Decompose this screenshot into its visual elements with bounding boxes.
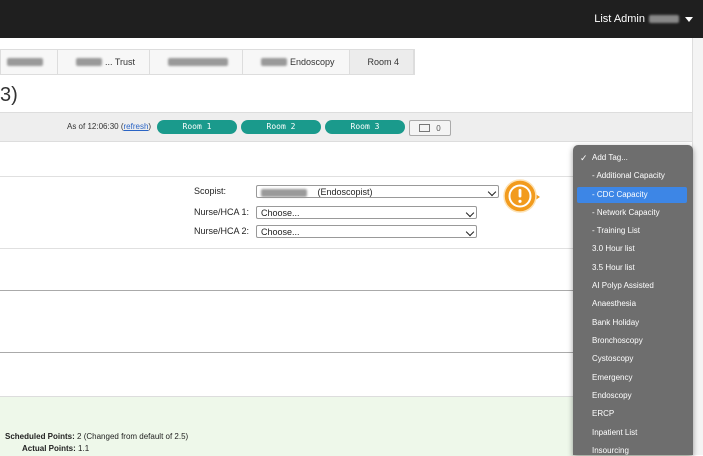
chevron-down-icon — [685, 16, 693, 22]
tag-option[interactable]: - Additional Capacity — [577, 168, 687, 184]
tag-option-add-tag[interactable]: ✓ Add Tag... — [577, 150, 687, 166]
tag-option[interactable]: Emergency — [577, 370, 687, 386]
page-title: 3) — [0, 84, 18, 106]
tag-option[interactable]: ERCP — [577, 406, 687, 422]
breadcrumb-item-endoscopy[interactable]: Endoscopy — [243, 50, 350, 74]
redacted-text — [168, 58, 229, 66]
tag-option[interactable]: Cystoscopy — [577, 351, 687, 367]
breadcrumb-room-label: Room 4 — [367, 57, 400, 67]
tag-option[interactable]: 3.0 Hour list — [577, 241, 687, 257]
redacted-text — [261, 188, 307, 197]
redacted-text — [261, 58, 288, 66]
scheduled-points: Scheduled Points: 2 (Changed from defaul… — [5, 432, 189, 441]
envelope-icon — [419, 124, 431, 132]
nurse-2-label: Nurse/HCA 2: — [194, 226, 250, 236]
chevron-down-icon — [487, 187, 497, 197]
tag-option[interactable]: - Network Capacity — [577, 205, 687, 221]
user-menu[interactable]: List Admin — [594, 13, 693, 25]
room-3-button[interactable]: Room 3 — [325, 120, 405, 134]
breadcrumb-trust-label: ... Trust — [105, 57, 136, 67]
chevron-down-icon — [465, 227, 475, 237]
scopist-select[interactable]: (Endoscopist) — [256, 185, 499, 198]
message-count: 0 — [436, 123, 441, 133]
redacted-text — [76, 58, 102, 66]
tag-option[interactable]: Bank Holiday — [577, 315, 687, 331]
scopist-label: Scopist: — [194, 186, 227, 196]
breadcrumb-item-3[interactable] — [150, 50, 244, 74]
room-1-button[interactable]: Room 1 — [157, 120, 237, 134]
scroll-gutter — [692, 38, 703, 455]
user-name-redacted — [649, 15, 679, 23]
breadcrumb-item-trust[interactable]: ... Trust — [58, 50, 151, 74]
tag-option-selected[interactable]: - CDC Capacity — [577, 187, 687, 203]
top-navbar: List Admin — [0, 0, 703, 38]
checkmark-icon: ✓ — [580, 153, 588, 163]
nurse-1-select[interactable]: Choose... — [256, 206, 477, 219]
breadcrumb: ... Trust Endoscopy Room 4 — [0, 49, 416, 75]
breadcrumb-endoscopy-label: Endoscopy — [290, 57, 335, 67]
tag-option[interactable]: Inpatient List — [577, 425, 687, 441]
nurse-1-label: Nurse/HCA 1: — [194, 207, 250, 217]
tag-option[interactable]: Insourcing — [577, 443, 687, 455]
exclamation-icon — [503, 179, 540, 213]
breadcrumb-item-1[interactable] — [1, 50, 58, 74]
chevron-down-icon — [465, 208, 475, 218]
as-of-timestamp: As of 12:06:30 (refresh) — [67, 122, 152, 131]
tag-option[interactable]: AI Polyp Assisted — [577, 278, 687, 294]
tag-option[interactable]: - Training List — [577, 223, 687, 239]
tag-option[interactable]: 3.5 Hour list — [577, 260, 687, 276]
add-tag-dropdown[interactable]: ✓ Add Tag... - Additional Capacity - CDC… — [573, 145, 693, 455]
room-status-bar: As of 12:06:30 (refresh) Room 1 Room 2 R… — [0, 112, 692, 142]
tag-option[interactable]: Anaesthesia — [577, 296, 687, 312]
room-2-button[interactable]: Room 2 — [241, 120, 321, 134]
tag-option[interactable]: Bronchoscopy — [577, 333, 687, 349]
user-menu-label: List Admin — [594, 13, 645, 25]
redacted-text — [7, 58, 43, 66]
nurse-2-select[interactable]: Choose... — [256, 225, 477, 238]
refresh-link[interactable]: refresh — [124, 122, 149, 131]
actual-points: Actual Points: 1.1 — [22, 444, 90, 453]
messages-button[interactable]: 0 — [409, 120, 451, 136]
tag-option[interactable]: Endoscopy — [577, 388, 687, 404]
breadcrumb-item-room-4: Room 4 — [349, 50, 415, 74]
